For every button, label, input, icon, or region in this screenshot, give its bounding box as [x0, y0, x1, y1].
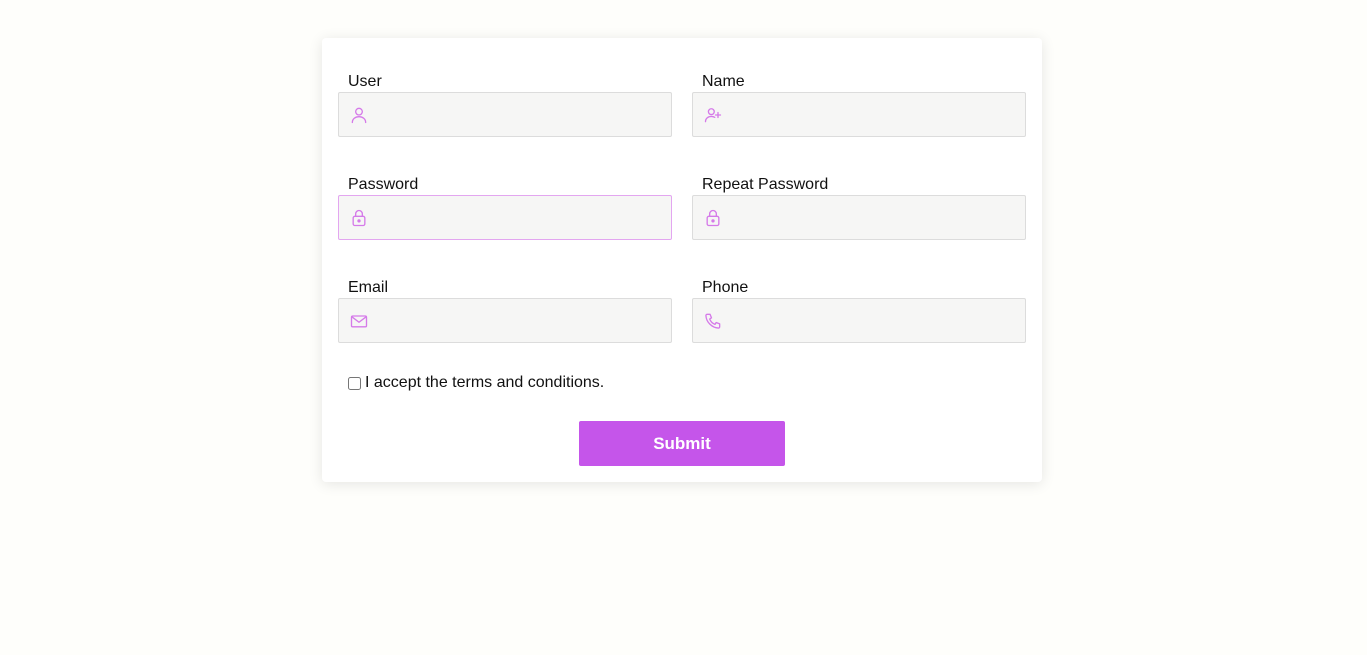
mail-icon — [350, 315, 368, 328]
user-label: User — [348, 73, 382, 90]
repeat-password-label: Repeat Password — [702, 176, 829, 193]
repeat-password-field-group: Repeat Password — [692, 175, 1026, 240]
phone-input-wrapper[interactable] — [692, 298, 1026, 343]
phone-label: Phone — [702, 279, 749, 296]
email-input[interactable] — [377, 299, 663, 342]
name-field-group: Name — [692, 72, 1026, 137]
lock-icon — [706, 209, 720, 227]
phone-field-group: Phone — [692, 278, 1026, 343]
email-label: Email — [348, 279, 389, 296]
email-field-group: Email — [338, 278, 672, 343]
name-label: Name — [702, 73, 745, 90]
phone-icon — [705, 313, 721, 329]
user-field-group: User — [338, 72, 672, 137]
user-input-wrapper[interactable] — [338, 92, 672, 137]
name-input-wrapper[interactable] — [692, 92, 1026, 137]
password-label: Password — [348, 176, 419, 193]
user-input[interactable] — [377, 93, 663, 136]
user-icon — [351, 107, 367, 124]
registration-form-card: User Name Password Repeat Password Email… — [322, 38, 1042, 482]
password-input[interactable] — [377, 196, 663, 239]
repeat-password-input[interactable] — [731, 196, 1017, 239]
terms-label: I accept the terms and conditions. — [365, 374, 605, 391]
user-plus-icon — [704, 108, 722, 123]
password-field-group: Password — [338, 175, 672, 240]
name-input[interactable] — [731, 93, 1017, 136]
submit-button[interactable]: Submit — [579, 421, 785, 466]
terms-row[interactable]: I accept the terms and conditions. — [348, 373, 604, 393]
lock-icon — [352, 209, 366, 227]
phone-input[interactable] — [731, 299, 1017, 342]
repeat-password-input-wrapper[interactable] — [692, 195, 1026, 240]
password-input-wrapper[interactable] — [338, 195, 672, 240]
terms-checkbox[interactable] — [348, 376, 361, 390]
email-input-wrapper[interactable] — [338, 298, 672, 343]
